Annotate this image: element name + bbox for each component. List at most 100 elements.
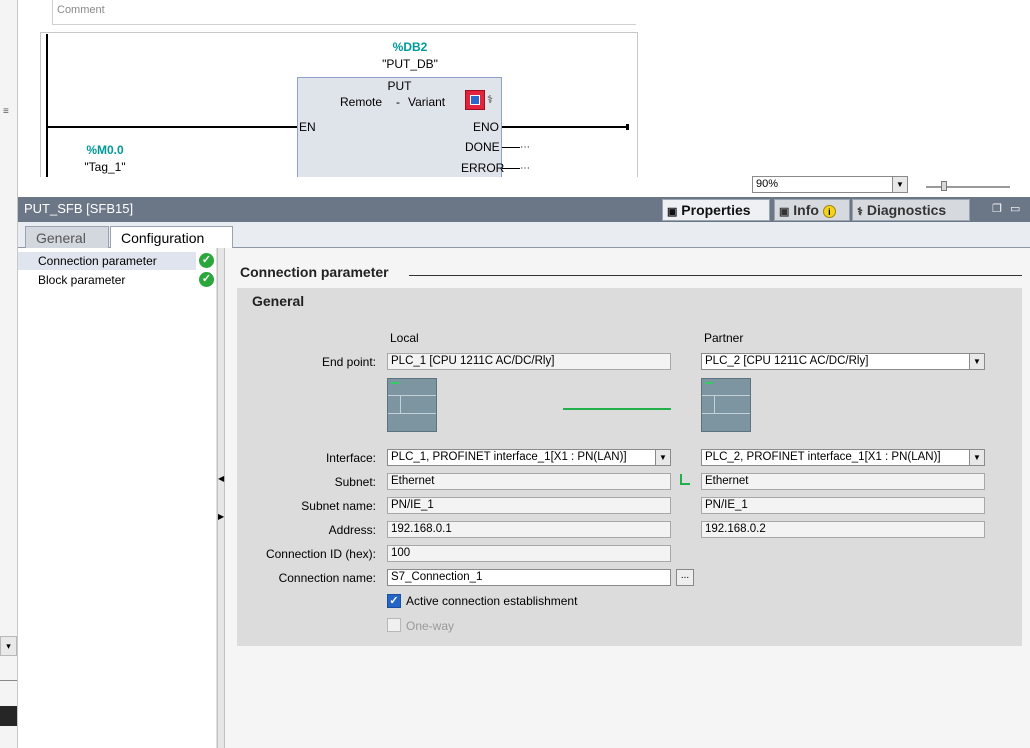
left-side-strip: ≡ ▾ bbox=[0, 0, 18, 748]
done-line bbox=[502, 147, 520, 148]
ladder-editor: Comment %DB2 "PUT_DB" PUT Remote - Varia… bbox=[18, 0, 1030, 196]
network-link-icon-base bbox=[680, 483, 690, 485]
section-title: Connection parameter bbox=[240, 264, 389, 280]
partner-subnet-field: Ethernet bbox=[701, 473, 985, 490]
tab-info-label: Info bbox=[793, 202, 819, 218]
local-subnet-field: Ethernet bbox=[387, 473, 671, 490]
one-way-label: One-way bbox=[406, 619, 455, 633]
led bbox=[705, 382, 713, 384]
collapse-down-icon[interactable]: ▾ bbox=[0, 636, 17, 656]
partner-address-field: 192.168.0.2 bbox=[701, 521, 985, 538]
interface-label: Interface: bbox=[325, 451, 376, 465]
tab-properties-label: Properties bbox=[681, 202, 751, 218]
connection-name-input[interactable]: S7_Connection_1 bbox=[387, 569, 671, 586]
zoom-slider-track[interactable] bbox=[926, 186, 1010, 188]
partner-end-point-select[interactable]: PLC_2 [CPU 1211C AC/DC/Rly] ▼ bbox=[701, 353, 985, 370]
config-nav-tree: Connection parameter ✓ Block parameter ✓ bbox=[18, 248, 220, 748]
tag-name[interactable]: "Tag_1" bbox=[70, 160, 140, 174]
properties-icon: ▣ bbox=[667, 206, 678, 218]
properties-title: PUT_SFB [SFB15] bbox=[24, 201, 134, 216]
error-line bbox=[502, 168, 520, 169]
block-mode[interactable]: Remote bbox=[340, 95, 382, 109]
block-variant[interactable]: Variant bbox=[408, 95, 445, 109]
connection-name-label: Connection name: bbox=[278, 571, 376, 585]
local-subnet-name-field: PN/IE_1 bbox=[387, 497, 671, 514]
db-name[interactable]: "PUT_DB" bbox=[360, 57, 460, 71]
address-label: Address: bbox=[328, 523, 376, 537]
partner-interface-value: PLC_2, PROFINET interface_1[X1 : PN(LAN)… bbox=[705, 451, 941, 463]
partner-interface-select[interactable]: PLC_2, PROFINET interface_1[X1 : PN(LAN)… bbox=[701, 449, 985, 466]
block-sep: - bbox=[396, 95, 400, 109]
subnet-label: Subnet: bbox=[334, 475, 376, 489]
expand-right-icon[interactable]: ▶ bbox=[218, 512, 224, 521]
active-connection-checkbox[interactable]: ✓ bbox=[387, 594, 401, 608]
plc-detail bbox=[400, 395, 401, 413]
chevron-down-icon[interactable]: ▼ bbox=[655, 450, 670, 465]
check-ok-icon: ✓ bbox=[199, 272, 214, 287]
db-address[interactable]: %DB2 bbox=[380, 40, 440, 54]
pin-done: DONE bbox=[465, 140, 500, 154]
section-rule bbox=[409, 275, 1022, 276]
tab-diagnostics[interactable]: ⚕ Diagnostics bbox=[852, 199, 970, 221]
config-button[interactable] bbox=[465, 90, 485, 110]
active-connection-label: Active connection establishment bbox=[406, 594, 578, 608]
error-operand[interactable]: ⋯ bbox=[520, 163, 530, 174]
menu-grip-icon[interactable]: ≡ bbox=[3, 106, 9, 117]
chevron-down-icon[interactable]: ▼ bbox=[892, 177, 907, 192]
property-subtabs: General Configuration bbox=[18, 222, 1030, 249]
group-title: General bbox=[252, 293, 305, 309]
plc-detail bbox=[388, 413, 436, 414]
rung-line-right bbox=[502, 126, 628, 128]
pin-eno: ENO bbox=[473, 120, 500, 134]
config-toolbox-icon bbox=[470, 95, 480, 105]
one-way-checkbox bbox=[387, 618, 401, 632]
diagnostics-icon: ⚕ bbox=[857, 206, 863, 218]
zoom-select[interactable]: 90% ▼ bbox=[752, 176, 908, 193]
plc-local-image bbox=[387, 378, 437, 432]
rung-end bbox=[626, 124, 629, 130]
connection-id-label: Connection ID (hex): bbox=[265, 547, 376, 561]
end-point-label: End point: bbox=[321, 355, 376, 369]
network-comment[interactable]: Comment bbox=[52, 0, 636, 25]
plc-detail bbox=[388, 395, 436, 396]
zoom-value: 90% bbox=[756, 178, 779, 190]
pin-en: EN bbox=[299, 120, 316, 134]
nav-item-block-parameter[interactable]: Block parameter bbox=[18, 271, 196, 289]
chevron-down-icon[interactable]: ▼ bbox=[969, 450, 984, 465]
tab-properties[interactable]: ▣ Properties bbox=[662, 199, 770, 221]
collapse-left-icon[interactable]: ◀ bbox=[218, 474, 224, 483]
tag-address[interactable]: %M0.0 bbox=[70, 143, 140, 157]
tab-configuration[interactable]: Configuration bbox=[110, 226, 233, 249]
put-function-block[interactable]: PUT Remote - Variant ⚕ EN ENO DONE ERROR bbox=[297, 77, 505, 177]
zoom-slider-thumb[interactable] bbox=[941, 181, 947, 191]
tab-general[interactable]: General bbox=[25, 226, 109, 248]
plc-detail bbox=[702, 395, 750, 396]
info-badge-icon: i bbox=[822, 205, 836, 218]
nav-label: Block parameter bbox=[38, 273, 126, 287]
led bbox=[391, 382, 399, 384]
local-interface-select[interactable]: PLC_1, PROFINET interface_1[X1 : PN(LAN)… bbox=[387, 449, 671, 466]
done-operand[interactable]: ⋯ bbox=[520, 142, 530, 153]
splitter[interactable]: ◀ ▶ bbox=[217, 248, 225, 748]
tab-info[interactable]: ▣ Info i bbox=[774, 199, 850, 221]
connection-id-field: 100 bbox=[387, 545, 671, 562]
restore-window-icon[interactable]: ❐ bbox=[992, 202, 1002, 215]
nav-label: Connection parameter bbox=[38, 254, 157, 268]
info-icon: ▣ bbox=[779, 206, 790, 218]
pin-error: ERROR bbox=[461, 161, 505, 175]
plc-detail bbox=[714, 395, 715, 413]
partner-end-point-value: PLC_2 [CPU 1211C AC/DC/Rly] bbox=[705, 355, 869, 367]
col-local-header: Local bbox=[390, 331, 419, 345]
check-ok-icon: ✓ bbox=[199, 253, 214, 268]
minimize-panel-icon[interactable]: ▭ bbox=[1010, 202, 1020, 215]
rung-line-left bbox=[46, 126, 297, 128]
chevron-down-icon[interactable]: ▼ bbox=[969, 354, 984, 369]
nav-item-connection-parameter[interactable]: Connection parameter bbox=[18, 252, 196, 270]
plc-detail bbox=[702, 413, 750, 414]
tab-diagnostics-label: Diagnostics bbox=[866, 202, 947, 218]
general-group bbox=[237, 288, 1022, 646]
browse-button[interactable]: ... bbox=[676, 569, 694, 586]
divider bbox=[0, 680, 17, 681]
local-address-field: 192.168.0.1 bbox=[387, 521, 671, 538]
diagnostics-stethoscope-icon[interactable]: ⚕ bbox=[487, 93, 493, 106]
